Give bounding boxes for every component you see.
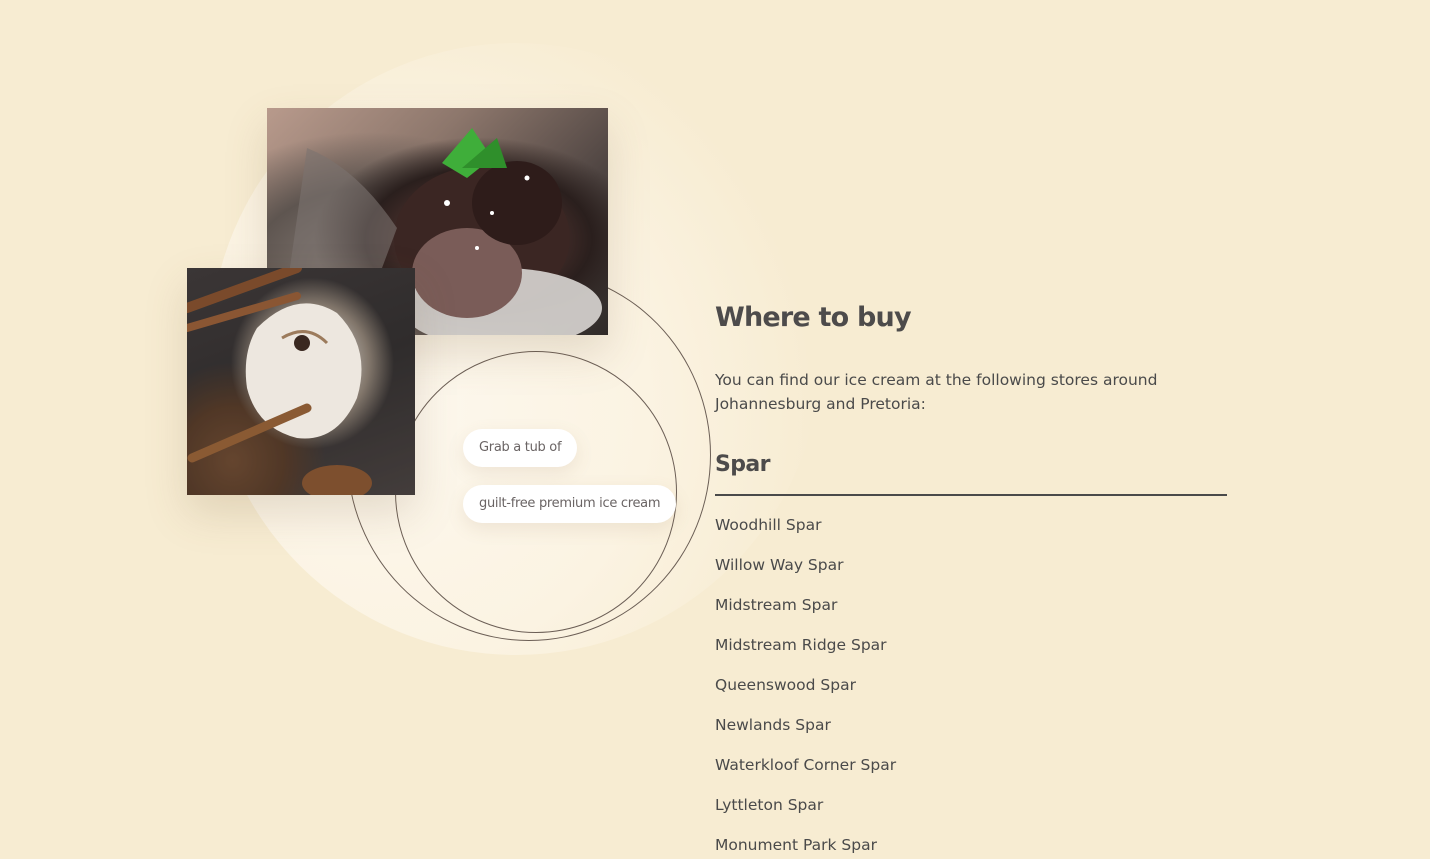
page-title: Where to buy bbox=[715, 302, 912, 333]
list-item: Newlands Spar bbox=[715, 716, 831, 734]
list-item: Willow Way Spar bbox=[715, 556, 844, 574]
list-item: Queenswood Spar bbox=[715, 676, 856, 694]
vanilla-cinnamon-ice-cream-photo bbox=[187, 268, 415, 495]
page: Grab a tub of guilt-free premium ice cre… bbox=[0, 0, 1430, 859]
intro-text: You can find our ice cream at the follow… bbox=[715, 371, 1158, 413]
list-item: Midstream Spar bbox=[715, 596, 838, 614]
list-item: Woodhill Spar bbox=[715, 516, 822, 534]
list-item: Monument Park Spar bbox=[715, 836, 877, 854]
tagline-pill-1: Grab a tub of bbox=[463, 429, 578, 467]
where-to-buy-section: Where to buy You can find our ice cream … bbox=[715, 298, 1227, 859]
list-item: Waterkloof Corner Spar bbox=[715, 756, 897, 774]
tagline-pill-2: guilt-free premium ice cream bbox=[463, 485, 677, 523]
store-list: Woodhill Spar Willow Way Spar Midstream … bbox=[715, 505, 1227, 859]
list-item: Lyttleton Spar bbox=[715, 796, 824, 814]
list-item: Midstream Ridge Spar bbox=[715, 636, 887, 654]
store-group-heading: Spar bbox=[715, 450, 1227, 496]
